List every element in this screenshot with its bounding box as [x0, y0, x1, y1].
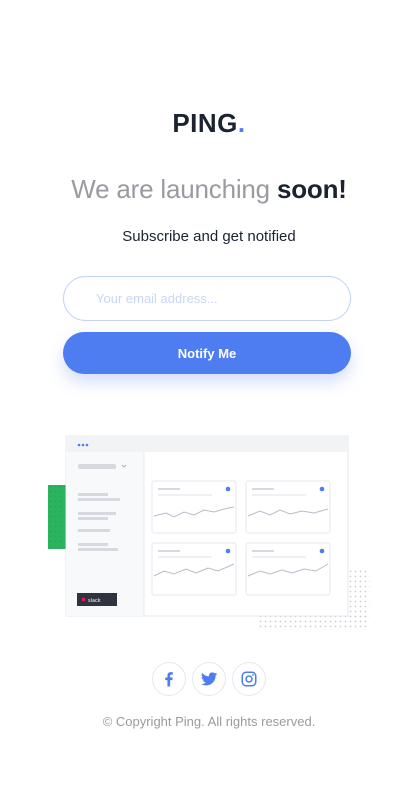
app-window: slack — [65, 435, 349, 617]
brand-name: PING — [172, 108, 238, 138]
brand-logo: PING. — [0, 108, 418, 139]
instagram-button[interactable] — [232, 662, 266, 696]
chart-card — [151, 480, 237, 534]
facebook-icon — [165, 672, 173, 687]
facebook-button[interactable] — [152, 662, 186, 696]
chart-card — [245, 480, 331, 534]
dashboard-illustration: slack — [48, 435, 370, 630]
brand-dot: . — [237, 108, 246, 138]
twitter-icon — [200, 672, 218, 686]
page-subtitle: Subscribe and get notified — [122, 228, 296, 245]
headline-regular: We are launching — [71, 174, 270, 204]
chart-card — [245, 542, 331, 596]
chart-card — [151, 542, 237, 596]
instagram-icon — [241, 671, 257, 687]
twitter-button[interactable] — [192, 662, 226, 696]
notify-me-button[interactable]: Notify Me — [63, 332, 351, 374]
dotted-pattern-right — [346, 568, 370, 620]
email-field[interactable] — [63, 276, 351, 321]
slack-badge-label: slack — [88, 598, 101, 604]
copyright-text: © Copyright Ping. All rights reserved. — [102, 714, 316, 729]
headline-bold: soon! — [276, 174, 347, 204]
social-links — [0, 662, 418, 696]
page-headline: We are launching soon! — [0, 174, 418, 205]
